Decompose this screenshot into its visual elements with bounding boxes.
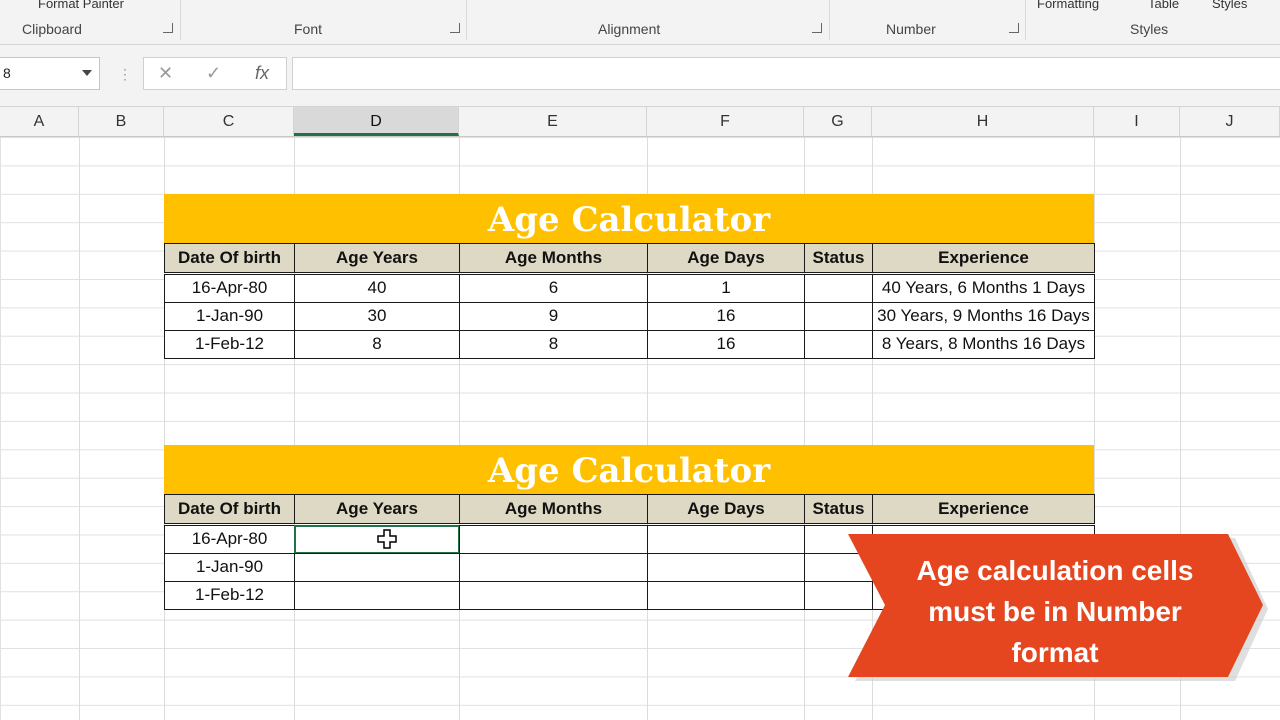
group-separator	[180, 0, 181, 40]
table-cell[interactable]	[459, 525, 648, 554]
table-cell[interactable]	[294, 581, 460, 610]
enter-icon[interactable]: ✓	[206, 63, 221, 84]
ribbon: Format Painter Formatting Table Styles C…	[0, 0, 1280, 45]
formula-bar-grip-icon[interactable]: ⋮	[118, 66, 132, 83]
table-cell[interactable]: 6	[459, 274, 648, 303]
column-header-g[interactable]: G	[804, 107, 872, 136]
name-box-dropdown-icon[interactable]	[82, 70, 92, 76]
table-cell[interactable]	[647, 553, 805, 582]
table-cell[interactable]	[804, 302, 873, 331]
callout-line2: must be in Number	[928, 596, 1182, 627]
table-header-cell[interactable]: Status	[804, 243, 873, 273]
table-cell[interactable]: 1-Jan-90	[164, 302, 295, 331]
column-header-e[interactable]: E	[459, 107, 647, 136]
cell-styles-button[interactable]: Styles	[1212, 0, 1247, 11]
column-header-c[interactable]: C	[164, 107, 294, 136]
table-cell[interactable]: 16-Apr-80	[164, 525, 295, 554]
table-cell[interactable]: 8	[459, 330, 648, 359]
table-header-cell[interactable]: Age Months	[459, 243, 648, 273]
table-cell[interactable]: 16	[647, 330, 805, 359]
table-header-cell[interactable]: Experience	[872, 494, 1095, 524]
format-painter-button[interactable]: Format Painter	[38, 0, 124, 11]
column-header-b[interactable]: B	[79, 107, 164, 136]
column-header-j[interactable]: J	[1180, 107, 1280, 136]
table-cell[interactable]: 30 Years, 9 Months 16 Days	[872, 302, 1095, 331]
font-group-label: Font	[294, 21, 323, 37]
formula-input[interactable]	[292, 57, 1280, 90]
table-header-cell[interactable]: Age Days	[647, 243, 805, 273]
insert-function-icon[interactable]: fx	[255, 63, 269, 84]
callout-text: Age calculation cells must be in Number …	[880, 550, 1230, 673]
table-header-cell[interactable]: Age Years	[294, 243, 460, 273]
font-launcher-icon[interactable]	[450, 23, 460, 33]
table-cell[interactable]	[459, 581, 648, 610]
table-cell[interactable]	[459, 553, 648, 582]
number-group-label: Number	[886, 21, 936, 37]
cancel-icon[interactable]: ✕	[158, 63, 173, 84]
alignment-launcher-icon[interactable]	[812, 23, 822, 33]
table-cell[interactable]: 30	[294, 302, 460, 331]
table-cell[interactable]: 1	[647, 274, 805, 303]
table-cell[interactable]	[804, 330, 873, 359]
column-header-f[interactable]: F	[647, 107, 804, 136]
alignment-group-label: Alignment	[598, 21, 661, 37]
table-cell[interactable]: 1-Feb-12	[164, 581, 295, 610]
table-cell[interactable]	[294, 553, 460, 582]
column-header-a[interactable]: A	[0, 107, 79, 136]
table-cell[interactable]: 8	[294, 330, 460, 359]
callout-line3: format	[1011, 637, 1099, 668]
column-header-d[interactable]: D	[294, 107, 459, 136]
table-header-cell[interactable]: Date Of birth	[164, 243, 295, 273]
cell-select-cursor-icon	[377, 529, 397, 549]
table-cell[interactable]: 40	[294, 274, 460, 303]
table-cell[interactable]: 8 Years, 8 Months 16 Days	[872, 330, 1095, 359]
column-header-h[interactable]: H	[872, 107, 1094, 136]
table-header-cell[interactable]: Age Months	[459, 494, 648, 524]
table-cell[interactable]	[804, 274, 873, 303]
callout-line1: Age calculation cells	[916, 555, 1194, 586]
clipboard-group-label: Clipboard	[22, 21, 82, 37]
clipboard-launcher-icon[interactable]	[163, 23, 173, 33]
number-launcher-icon[interactable]	[1009, 23, 1019, 33]
table-cell[interactable]: 16-Apr-80	[164, 274, 295, 303]
table-cell[interactable]: 40 Years, 6 Months 1 Days	[872, 274, 1095, 303]
group-separator	[829, 0, 830, 40]
table-header-cell[interactable]: Experience	[872, 243, 1095, 273]
table-cell[interactable]: 1-Jan-90	[164, 553, 295, 582]
column-header-i[interactable]: I	[1094, 107, 1180, 136]
table2-title[interactable]: Age Calculator	[164, 445, 1094, 494]
gridline	[79, 137, 80, 720]
table-header-cell[interactable]: Age Years	[294, 494, 460, 524]
table-cell[interactable]: 16	[647, 302, 805, 331]
table-cell[interactable]	[647, 525, 805, 554]
column-headers: A B C D E F G H I J	[0, 107, 1280, 137]
table-cell[interactable]: 9	[459, 302, 648, 331]
table1-title[interactable]: Age Calculator	[164, 194, 1094, 243]
group-separator	[466, 0, 467, 40]
table-header-cell[interactable]: Date Of birth	[164, 494, 295, 524]
group-separator	[1025, 0, 1026, 40]
table-header-cell[interactable]: Status	[804, 494, 873, 524]
formula-bar: 8 ⋮ ✕ ✓ fx	[0, 45, 1280, 107]
table-cell[interactable]: 1-Feb-12	[164, 330, 295, 359]
conditional-formatting-button[interactable]: Formatting	[1037, 0, 1099, 11]
format-as-table-button[interactable]: Table	[1148, 0, 1179, 11]
table-cell[interactable]	[647, 581, 805, 610]
styles-group-label: Styles	[1130, 21, 1169, 37]
table-header-cell[interactable]: Age Days	[647, 494, 805, 524]
